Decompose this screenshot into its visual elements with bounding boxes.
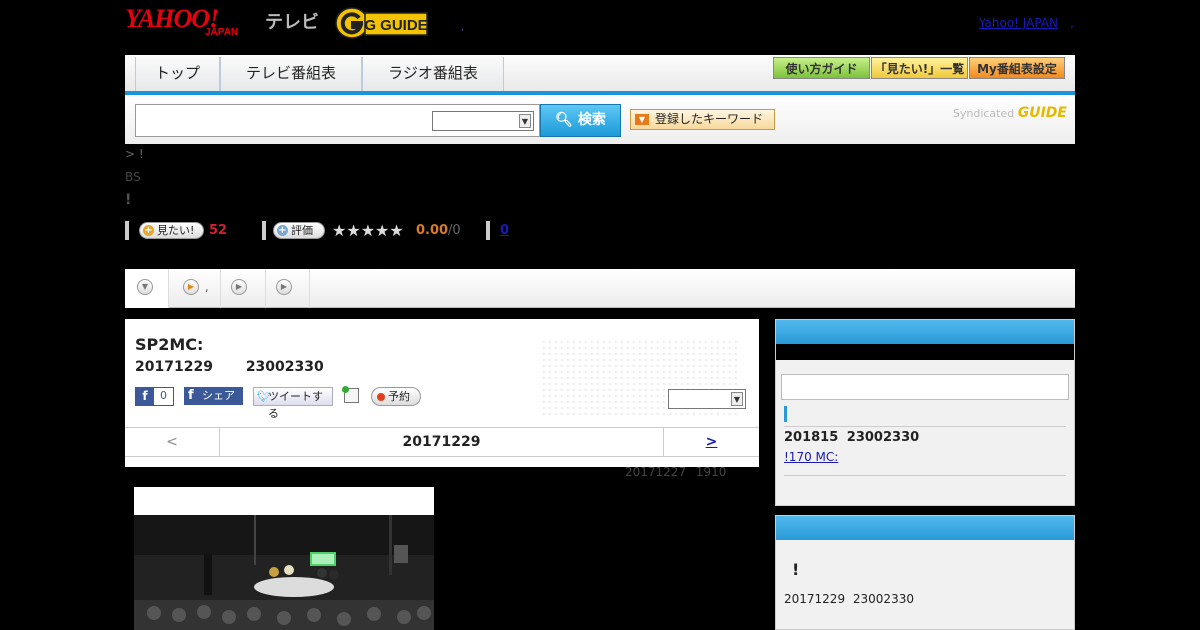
rate-button-label: 評価 [291,224,313,237]
day-navigation: < 20171229 > [125,427,759,457]
share-label: シェア [202,389,235,402]
play-icon: ▶ [276,279,292,295]
rating-value: 0.00 [416,223,449,238]
play-icon: ▶ [183,279,199,295]
sidebar-header [776,516,1074,540]
want-count: 52 [209,223,228,238]
rating-stars-icon: ★★★★★ [332,221,404,240]
header-link-separator: , [1070,16,1074,30]
program-image-card [134,487,434,630]
sidebar-search-input[interactable] [781,374,1069,400]
updated-timestamp: 20171227 1910 [625,465,727,479]
review-count-link[interactable]: 0 [500,223,509,238]
search-button-label: 検索 [577,112,606,128]
want-button[interactable]: + 見たい! [139,222,204,239]
divider [262,221,266,240]
divider [486,221,490,240]
chevron-down-icon: ▼ [137,279,153,295]
facebook-like-count: 0 [160,389,167,402]
program-stats: + 見たい! 52 + 評価 ★★★★★ 0.00 /0 0 [125,221,625,241]
subtab-overview[interactable]: ▼ [125,269,169,308]
search-icon: 🔍︎ [555,112,573,128]
program-select[interactable]: ▼ [668,389,746,409]
my-schedule-settings-button[interactable]: My番組表設定 [969,57,1065,79]
tv-logo-text[interactable]: テレビ [265,8,319,34]
main-nav: トップ テレビ番組表 ラジオ番組表 使い方ガイド 「見たい!」一覧 My番組表設… [125,55,1075,95]
twitter-bird-icon: 🐦︎ [257,390,271,403]
sidebar-box-related: ! 20171229 23002330 [775,515,1075,630]
program-photo [134,515,434,630]
tab-top[interactable]: トップ [135,57,220,91]
studio-scene-image [134,515,434,630]
rating-count: /0 [448,223,461,238]
facebook-like-button[interactable]: f 0 [135,387,174,406]
divider [784,475,1066,476]
search-category-select[interactable]: ▼ [432,111,534,131]
reserve-button[interactable]: 予約 [371,387,421,406]
plus-icon: + [277,225,288,236]
program-title: SP2MC: [135,335,204,354]
sidebar-header [776,320,1074,344]
subtab-1-label: , [205,281,209,294]
sidebar-subheader [776,344,1074,360]
channel-label: BS [125,170,141,184]
next-day-link[interactable]: > [663,428,759,456]
program-date: 20171229 [135,359,213,375]
subtab-1[interactable]: ▶ , [169,269,221,308]
program-detail-panel: SP2MC: 20171229 23002330 f 0 f シェア 🐦︎ ツイ… [125,319,759,467]
registered-keywords-label: 登録したキーワード [655,112,764,126]
facebook-icon: f [188,388,194,403]
want-button-label: 見たい! [157,224,195,237]
record-icon [377,393,385,401]
previous-day-button[interactable]: < [125,428,220,456]
program-subtabs: ▼ ▶ , ▶ ▶ [125,269,1075,308]
usage-guide-button[interactable]: 使い方ガイド [773,57,870,79]
facebook-icon: f [136,388,154,405]
tab-radio-schedule[interactable]: ラジオ番組表 [362,57,504,91]
gguide-logo-text: G GUIDE [364,17,427,34]
reserve-label: 予約 [388,390,410,403]
facebook-share-button[interactable]: f シェア [184,387,243,405]
sidebar-entry-link[interactable]: !170 MC: [784,450,838,464]
registered-keywords-button[interactable]: ▼ 登録したキーワード [630,109,775,130]
plus-icon: + [143,225,154,236]
syndicated-gguide-text: GUIDE [1017,105,1067,121]
chevron-down-icon: ▼ [519,114,531,128]
divider [125,221,129,240]
tab-tv-schedule[interactable]: テレビ番組表 [220,57,362,91]
sidebar-box-search: 201815 23002330 !170 MC: [775,319,1075,506]
subtab-2[interactable]: ▶ [221,269,266,308]
breadcrumb: > ! [125,147,144,161]
syndicated-text: Syndicated [952,107,1015,120]
section-marker [784,406,787,422]
want-list-button[interactable]: 「見たい!」一覧 [871,57,968,79]
divider [784,426,1066,427]
tweet-button[interactable]: 🐦︎ ツイートする [253,387,333,420]
chevron-down-icon: ▼ [731,392,743,406]
header-separator: , [461,22,465,33]
dropdown-arrow-icon: ▼ [635,114,649,125]
current-day: 20171229 [402,434,481,450]
play-icon: ▶ [231,279,247,295]
search-bar: ▼ 🔍︎ 検索 ▼ 登録したキーワード Syndicated GUIDE [125,95,1075,144]
program-datetime: 20171229 23002330 [135,359,324,375]
tweet-label: ツイートする [268,390,323,420]
program-time: 23002330 [245,359,324,375]
rate-button[interactable]: + 評価 [273,222,325,239]
sidebar-entry-date: 201815 23002330 [784,430,920,445]
site-header: YAHOO! JAPAN テレビ G GUIDE , Yahoo! JAPAN … [125,0,1075,52]
program-heading: ! [125,192,132,208]
sidebar-box-title: ! [792,560,800,579]
yahoo-japan-link[interactable]: Yahoo! JAPAN [979,16,1058,30]
gguide-logo[interactable]: G GUIDE [335,6,431,40]
yahoo-japan-logo-text: JAPAN [205,27,239,38]
syndicated-logo: Syndicated GUIDE [953,105,1067,121]
search-button[interactable]: 🔍︎ 検索 [540,104,621,137]
subtab-3[interactable]: ▶ [266,269,310,308]
sidebar-box-date: 20171229 23002330 [784,592,914,606]
add-calendar-icon[interactable] [342,386,359,403]
